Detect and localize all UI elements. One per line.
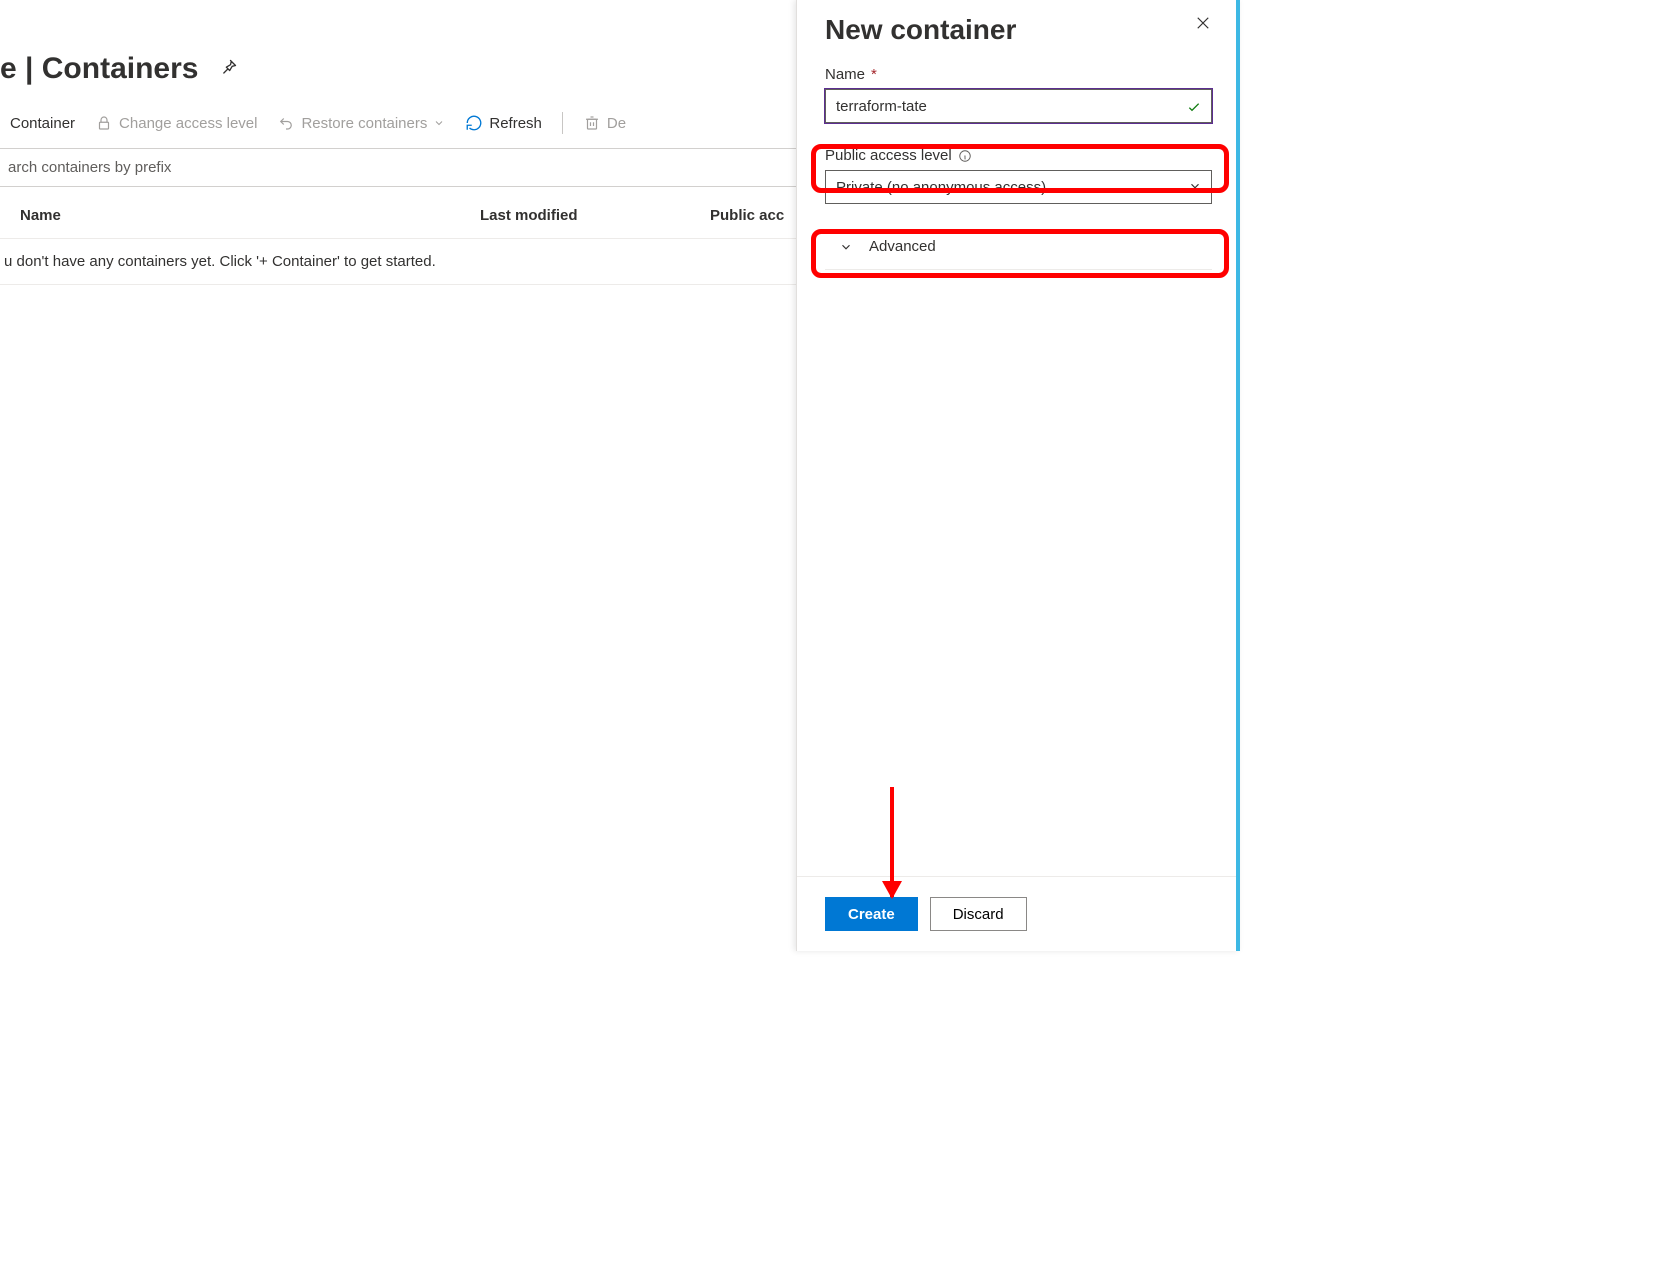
panel-footer: Create Discard (797, 876, 1240, 951)
add-container-button[interactable]: Container (10, 115, 75, 132)
change-access-button[interactable]: Change access level (95, 114, 257, 132)
panel-header: New container (797, 0, 1240, 66)
container-name-input[interactable] (825, 89, 1212, 123)
close-icon (1194, 14, 1212, 32)
advanced-label: Advanced (869, 238, 936, 255)
restore-label: Restore containers (301, 115, 427, 132)
undo-icon (277, 114, 295, 132)
page-title-sep: | (17, 52, 42, 85)
col-name[interactable]: Name (20, 207, 480, 224)
change-access-label: Change access level (119, 115, 257, 132)
create-button[interactable]: Create (825, 897, 918, 931)
required-indicator: * (871, 66, 877, 83)
page-title-prefix: e (0, 52, 17, 85)
refresh-button[interactable]: Refresh (465, 114, 542, 132)
refresh-label: Refresh (489, 115, 542, 132)
delete-label: De (607, 115, 626, 132)
access-field: Public access level Private (no anonymou… (825, 147, 1212, 204)
page-title: e | Containers (0, 52, 198, 86)
page-title-text: Containers (42, 52, 199, 85)
pin-icon[interactable] (208, 58, 238, 81)
chevron-down-icon (1188, 179, 1202, 193)
col-modified[interactable]: Last modified (480, 207, 710, 224)
name-field: Name * (825, 66, 1212, 123)
chevron-down-icon (433, 117, 445, 129)
access-select-value: Private (no anonymous access) (836, 179, 1046, 196)
trash-icon (583, 114, 601, 132)
close-button[interactable] (1194, 14, 1212, 35)
lock-icon (95, 114, 113, 132)
container-label: Container (10, 115, 75, 132)
toolbar-divider (562, 112, 563, 134)
name-label-text: Name (825, 66, 865, 83)
access-label: Public access level (825, 147, 1212, 164)
info-icon (958, 149, 972, 163)
delete-button[interactable]: De (583, 114, 626, 132)
page-right-edge (1236, 0, 1240, 951)
advanced-toggle[interactable]: Advanced (825, 228, 1212, 270)
access-select[interactable]: Private (no anonymous access) (825, 170, 1212, 204)
access-label-text: Public access level (825, 147, 952, 164)
new-container-panel: New container Name * Public access level… (796, 0, 1240, 951)
annotation-arrow (890, 787, 894, 897)
panel-title: New container (825, 14, 1016, 46)
check-icon (1186, 99, 1202, 115)
discard-button[interactable]: Discard (930, 897, 1027, 931)
name-label: Name * (825, 66, 1212, 83)
refresh-icon (465, 114, 483, 132)
restore-containers-button[interactable]: Restore containers (277, 114, 445, 132)
panel-body: Name * Public access level Private (no a… (797, 66, 1240, 876)
chevron-down-icon (839, 240, 853, 254)
